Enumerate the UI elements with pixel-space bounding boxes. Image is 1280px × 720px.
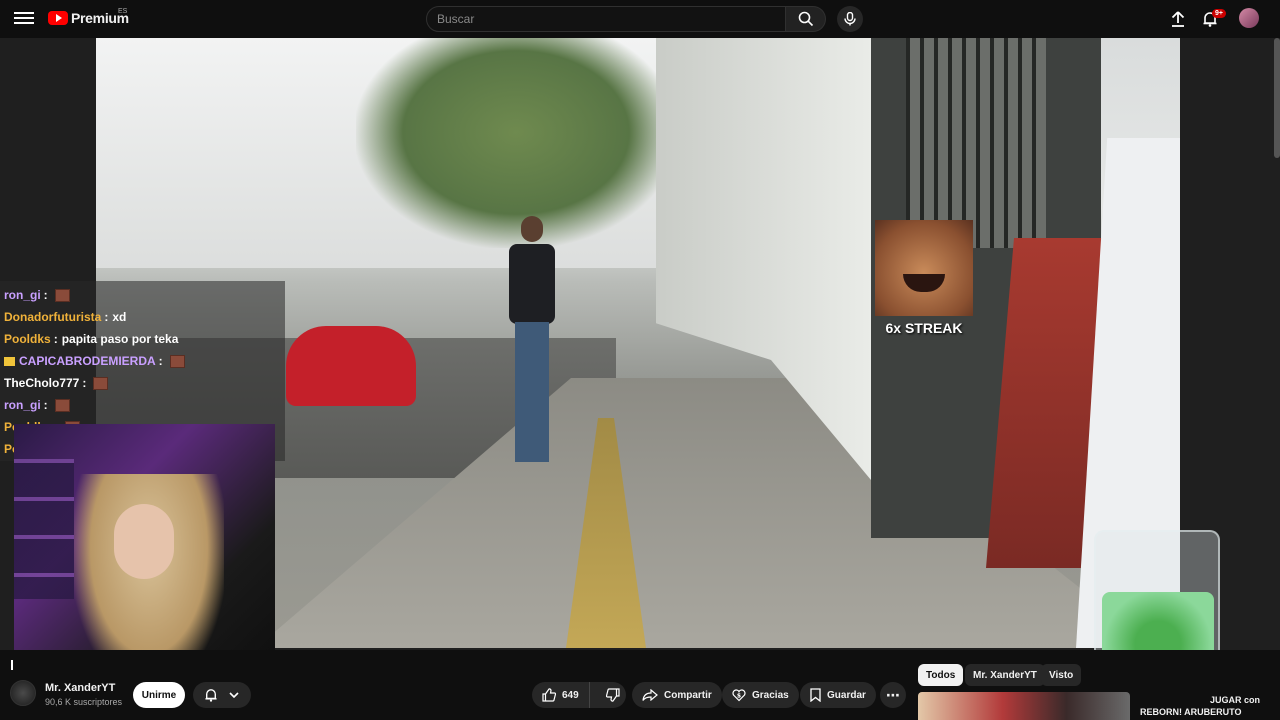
- streak-overlay: 6x STREAK: [875, 220, 973, 340]
- thanks-label: Gracias: [752, 689, 789, 701]
- progress-marker: [11, 660, 13, 670]
- chat-separator: :: [158, 354, 163, 368]
- share-button[interactable]: Compartir: [632, 682, 722, 708]
- chat-separator: :: [104, 310, 109, 324]
- microphone-icon: [844, 12, 856, 26]
- more-icon: ⋯: [886, 686, 900, 703]
- streamer-face: [114, 504, 174, 579]
- like-count: 649: [562, 689, 579, 701]
- chat-username[interactable]: Donadorfuturista: [4, 310, 101, 324]
- recommendation-title[interactable]: JUGAR con REBORN! ARUBERUTO: [1140, 694, 1260, 718]
- chat-text: xd: [112, 310, 127, 324]
- like-button[interactable]: 649: [532, 682, 590, 708]
- search-button[interactable]: [786, 6, 826, 32]
- recommendation-title-line2: REBORN! ARUBERUTO: [1140, 707, 1242, 717]
- search-icon: [798, 11, 813, 27]
- video-info-bar: Mr. XanderYT 90,6 K suscriptores Unirme …: [0, 650, 1280, 720]
- play-logo-icon: [48, 11, 68, 25]
- save-label: Guardar: [827, 689, 866, 701]
- streamer-webcam: [14, 424, 275, 650]
- like-dislike-group: 649: [532, 682, 626, 708]
- cup-overlay: [1094, 530, 1220, 650]
- chat-message: ron_gi:: [4, 284, 281, 306]
- thanks-button[interactable]: $ Gracias: [722, 682, 799, 708]
- chat-username[interactable]: ron_gi: [4, 288, 41, 302]
- cup-fill: [1102, 592, 1214, 650]
- chat-message: Pooldks: papita paso por teka: [4, 328, 281, 350]
- chat-username[interactable]: ron_gi: [4, 398, 41, 412]
- chat-username[interactable]: TheCholo777: [4, 376, 79, 390]
- recommendation-thumbnail[interactable]: [918, 692, 1130, 720]
- logo-region: ES: [118, 8, 128, 15]
- thumbs-down-icon: [605, 688, 620, 702]
- more-actions-button[interactable]: ⋯: [880, 682, 906, 708]
- chat-emote-icon: [54, 398, 70, 412]
- save-button[interactable]: Guardar: [800, 682, 876, 708]
- account-avatar[interactable]: [1239, 8, 1259, 28]
- menu-icon[interactable]: [14, 9, 34, 29]
- streak-emote-image: [875, 220, 973, 316]
- chat-message: TheCholo777:: [4, 372, 281, 394]
- notification-badge: 9+: [1212, 9, 1226, 18]
- recommendation-title-line1: JUGAR con: [1210, 695, 1261, 705]
- scene-walking-man: [501, 216, 561, 476]
- scene-red-car: [286, 326, 416, 406]
- thumbs-up-icon: [542, 688, 556, 702]
- chip-all[interactable]: Todos: [918, 664, 964, 686]
- chat-emote-icon: [54, 288, 70, 302]
- join-button[interactable]: Unirme: [133, 682, 185, 708]
- chevron-down-icon: [229, 692, 239, 698]
- chip-watched[interactable]: Visto: [1041, 664, 1082, 686]
- video-player[interactable]: 6x STREAK ron_gi: Donadorfuturista: xd Pool…: [0, 38, 1280, 650]
- upload-icon: [1171, 11, 1185, 27]
- chat-username[interactable]: Pooldks: [4, 332, 51, 346]
- chat-emote-icon: [93, 376, 109, 390]
- chat-message: CAPICABRODEMIERDA:: [4, 350, 281, 372]
- subscription-bell-button[interactable]: [193, 682, 251, 708]
- chat-separator: :: [82, 376, 87, 390]
- page-scrollbar[interactable]: [1274, 38, 1280, 158]
- chat-separator: :: [43, 398, 48, 412]
- chat-emote-icon: [169, 354, 185, 368]
- upload-button[interactable]: [1168, 9, 1188, 29]
- chip-channel[interactable]: Mr. XanderYT: [965, 664, 1045, 686]
- channel-avatar[interactable]: [10, 680, 36, 706]
- youtube-logo[interactable]: Premium ES: [48, 8, 129, 26]
- webcam-shelf: [14, 459, 74, 599]
- chat-separator: :: [53, 332, 58, 346]
- svg-text:$: $: [737, 693, 741, 700]
- top-bar: Premium ES Buscar 9+: [0, 0, 1280, 38]
- bookmark-icon: [810, 688, 821, 702]
- chat-text: papita paso por teka: [61, 332, 179, 346]
- streak-text: 6x STREAK: [885, 320, 963, 336]
- chat-message: Donadorfuturista: xd: [4, 306, 281, 328]
- chat-username[interactable]: CAPICABRODEMIERDA: [19, 354, 156, 368]
- subscriber-count: 90,6 K suscriptores: [45, 697, 123, 707]
- chat-separator: :: [43, 288, 48, 302]
- search-input[interactable]: Buscar: [426, 6, 786, 32]
- share-icon: [642, 689, 658, 701]
- dislike-button[interactable]: [596, 682, 630, 708]
- scene-gate-bars: [906, 38, 1046, 248]
- bell-icon: [205, 689, 217, 702]
- voice-search-button[interactable]: [837, 6, 863, 32]
- share-label: Compartir: [664, 689, 712, 701]
- chat-message: ron_gi:: [4, 394, 281, 416]
- crown-badge-icon: [4, 356, 15, 366]
- channel-name[interactable]: Mr. XanderYT: [45, 682, 115, 694]
- thanks-heart-icon: $: [732, 689, 746, 702]
